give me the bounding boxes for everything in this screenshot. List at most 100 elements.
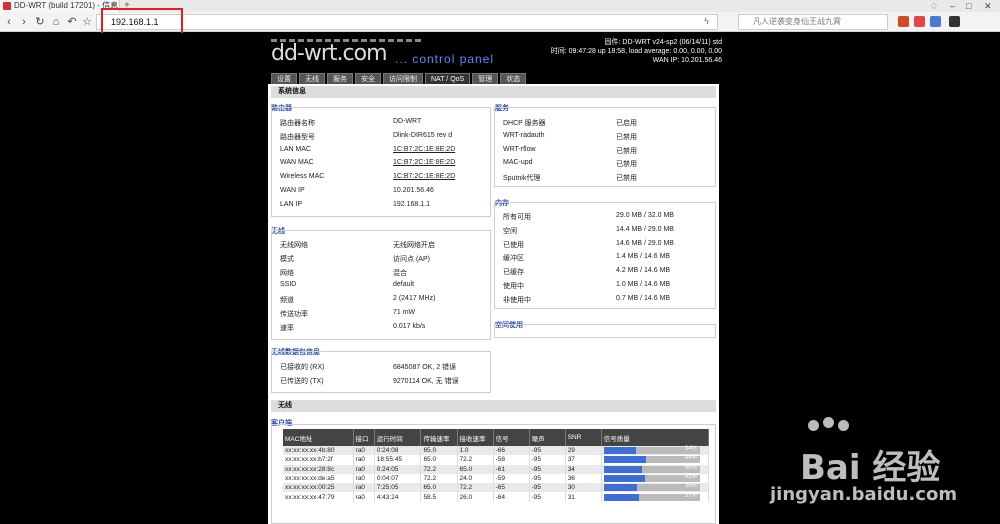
memory-label: 缓冲区 [503,255,524,263]
ddwrt-logo: dd-wrt.com [271,41,388,66]
maximize-button[interactable]: □ [966,0,971,12]
search-input[interactable]: 凡人逆袭变身仙王战九霄 [738,14,888,30]
wireless-section-bar: 无线 [271,400,716,412]
client-rx-cell: 72.2 [457,483,494,493]
services-value: 已禁用 [616,147,637,155]
packets-fieldset [271,351,491,393]
router-value: 10.201.56.46 [393,187,434,194]
router-label: WAN MAC [280,159,314,167]
extension-icon[interactable] [930,16,941,27]
client-snr-cell: 34 [565,464,602,474]
client-noise-cell: -95 [529,455,566,465]
clients-column-header[interactable]: 接收速率 [457,429,494,446]
router-value[interactable]: 1C:B7:2C:1E:8E:2D [393,173,455,180]
clients-column-header[interactable]: SNR [565,429,602,446]
client-uptime-cell: 0:04:07 [374,473,422,484]
memory-value: 1.4 MB / 14.6 MB [616,253,671,261]
main-nav-tabs: 设置 无线 服务 安全 访问限制 NAT / QoS 管理 状态 [271,68,528,85]
signal-quality-fill [603,475,646,483]
clients-column-header[interactable]: 传输速率 [420,429,458,446]
client-noise-cell: -95 [529,483,566,493]
extension-icon[interactable] [914,16,925,27]
bookmark-star-button[interactable]: ☆ [80,15,94,29]
client-uptime-cell: 0:24:08 [374,446,422,456]
table-row: xx:xx:xx:xx:28:8c ra0 0:24:05 72.2 65.0 -61 -9… [283,464,710,474]
signal-quality-label: 44% [684,455,697,462]
address-bar[interactable]: 192.168.1.1 ϟ [96,14,718,30]
router-label: LAN MAC [280,145,312,153]
clients-column-header[interactable]: 信号 [493,429,530,446]
shirt-icon[interactable]: ♢ [930,0,938,12]
memory-value: 29.0 MB / 32.0 MB [616,212,674,219]
client-uptime-cell: 7:25:05 [374,483,422,493]
client-quality-cell: 43% [601,473,710,484]
memory-value: 1.0 MB / 14.6 MB [616,281,671,288]
services-label: MAC-upd [503,159,533,167]
lightning-icon[interactable]: ϟ [704,16,709,26]
signal-quality-label: 40% [684,464,697,471]
router-label: 路由器型号 [280,133,315,141]
memory-value: 4.2 MB / 14.6 MB [616,267,671,275]
table-row: xx:xx:xx:xx:47:79 ra0 4:43:24 58.5 26.0 -64 -9… [283,492,710,502]
client-snr-cell: 37 [565,455,602,465]
memory-label: 空闲 [503,227,517,235]
client-quality-cell: 37% [601,492,710,502]
services-value: 已禁用 [616,133,637,141]
forward-button[interactable]: › [17,15,31,29]
signal-quality-label: 43% [684,474,697,481]
signal-quality-fill [603,465,643,473]
client-rx-cell: 26.0 [457,492,494,502]
client-rx-cell: 1.0 [457,446,494,456]
signal-quality-label: 37% [684,492,697,499]
client-mac-cell: xx:xx:xx:xx:4b:80 [283,446,354,456]
table-row: xx:xx:xx:xx:00:25 ra0 7:25:05 65.0 72.2 -65 -9… [283,483,710,493]
paw-icon [808,420,819,431]
clients-column-header[interactable]: 接口 [353,429,375,446]
clients-column-header[interactable]: MAC地址 [283,429,354,446]
section-bar: 系统信息 [271,86,716,98]
router-value[interactable]: 1C:B7:2C:1E:8E:2D [393,159,455,166]
signal-quality-label: 35% [684,483,697,490]
router-label: 路由器名称 [280,120,315,127]
client-mac-cell: xx:xx:xx:xx:b7:2f [283,455,354,465]
client-iface-cell: ra0 [353,483,375,493]
close-window-button[interactable]: ✕ [984,0,992,12]
wireless-label: 无线网络 [280,242,308,249]
table-row: xx:xx:xx:xx:4b:80 ra0 0:24:08 65.0 1.0 -66 -95… [283,446,710,456]
clients-column-header[interactable]: 信号质量 [601,429,710,446]
clients-column-header[interactable]: 运行时间 [374,429,422,446]
wireless-label: 传送功率 [280,311,308,318]
client-uptime-cell: 4:43:24 [374,492,422,502]
paw-icon [823,417,834,428]
client-iface-cell: ra0 [353,455,375,465]
client-noise-cell: -95 [529,492,566,502]
baidu-watermark: Bai 经验 jingyan.baidu.com [768,417,998,524]
extension-icon[interactable] [898,16,909,27]
memory-value: 14.4 MB / 29.0 MB [616,225,674,233]
wireless-label: 网络 [280,269,294,277]
baidu-url-text: jingyan.baidu.com [770,484,958,505]
client-tx-cell: 72.2 [420,464,458,474]
client-rx-cell: 24.0 [457,473,494,484]
client-mac-cell: xx:xx:xx:xx:00:25 [283,483,354,493]
clients-column-header[interactable]: 噪声 [529,429,566,446]
undo-button[interactable]: ↶ [65,15,79,29]
signal-quality-fill [603,447,637,455]
memory-value: 14.6 MB / 29.0 MB [616,239,674,247]
menu-icon[interactable] [949,16,960,27]
home-button[interactable]: ⌂ [49,15,63,29]
reload-button[interactable]: ↻ [33,15,47,29]
client-signal-cell: -64 [493,492,530,502]
router-value[interactable]: 1C:B7:2C:1E:8E:2D [393,146,455,153]
minimize-button[interactable]: – [950,0,955,12]
uptime-text: 时间: 09:47:28 up 18:58, load average: 0.0… [550,48,722,55]
client-quality-cell: 35% [601,483,710,493]
memory-label: 所有可用 [503,214,531,221]
services-label: WRT-radauth [503,131,545,139]
services-value: 已禁用 [616,161,637,169]
services-value: 已禁用 [616,175,637,183]
back-button[interactable]: ‹ [2,15,16,29]
signal-quality-fill [603,456,646,464]
client-snr-cell: 30 [565,483,602,493]
wireless_packets-value: 6845087 OK, 2 错误 [393,364,457,371]
